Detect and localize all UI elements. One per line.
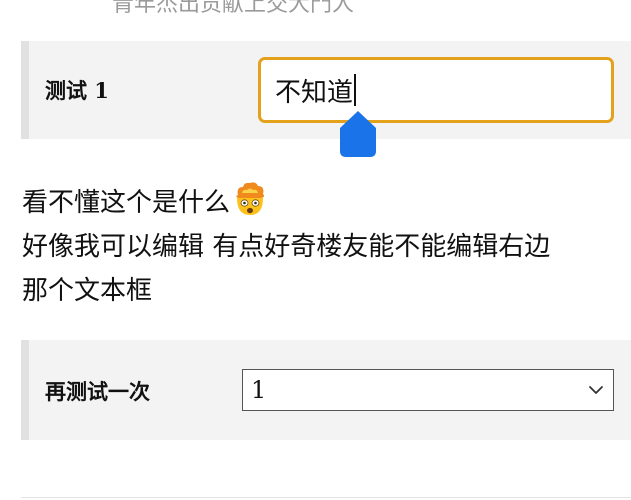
comment-line-1: 看不懂这个是什么 xyxy=(22,181,622,225)
comment-line-1-text: 看不懂这个是什么 xyxy=(22,188,231,218)
comment-line-3: 那个文本框 xyxy=(22,276,153,306)
form-row-test-again: 再测试一次 1 xyxy=(21,340,631,440)
text-caret xyxy=(354,74,356,106)
field-label-test-1: 测试 1 xyxy=(45,78,109,103)
select-dropdown[interactable]: 1 xyxy=(242,369,614,411)
comment-text: 看不懂这个是什么 好像我可以编辑 有点好奇楼友能不能编辑右边 那个文本框 xyxy=(22,181,622,313)
form-row-test-1: 测试 1 不知道 xyxy=(21,41,631,139)
comment-line-2: 好像我可以编辑 有点好奇楼友能不能编辑右边 xyxy=(22,232,551,262)
select-value: 1 xyxy=(251,376,267,404)
field-label-test-again: 再测试一次 xyxy=(45,379,150,404)
bottom-divider xyxy=(21,497,631,498)
page: 青年杰出贡献上交大門人 测试 1 不知道 看不懂这个是什么 好像我可以编辑 有点… xyxy=(0,0,631,500)
top-partial-text: 青年杰出贡献上交大門人 xyxy=(112,0,355,17)
text-input-test-1[interactable]: 不知道 xyxy=(258,57,614,123)
text-input-value: 不知道 xyxy=(275,77,354,108)
chevron-down-icon xyxy=(589,386,603,394)
exploding-head-emoji-icon xyxy=(236,182,265,215)
text-cursor-handle-icon[interactable] xyxy=(340,111,376,157)
